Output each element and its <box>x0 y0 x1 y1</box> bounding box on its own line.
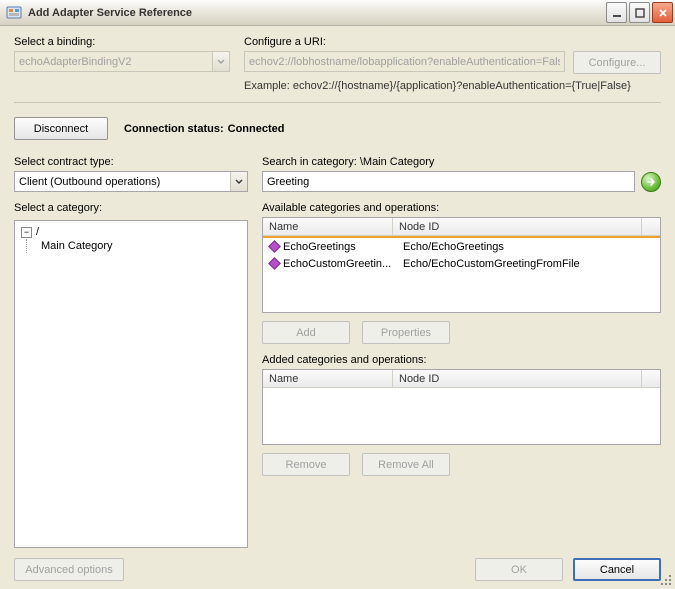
cancel-button[interactable]: Cancel <box>573 558 661 581</box>
chevron-down-icon[interactable] <box>230 172 247 191</box>
col-name[interactable]: Name <box>263 218 393 235</box>
uri-value <box>244 51 565 72</box>
row-node: Echo/EchoCustomGreetingFromFile <box>395 258 658 270</box>
operation-icon <box>265 242 283 251</box>
uri-example: Example: echov2://{hostname}/{applicatio… <box>244 80 661 92</box>
available-row[interactable]: EchoGreetings Echo/EchoGreetings <box>263 238 660 255</box>
added-label: Added categories and operations: <box>262 354 661 366</box>
search-label: Search in category: \Main Category <box>262 156 661 168</box>
ok-button: OK <box>475 558 563 581</box>
row-node: Echo/EchoGreetings <box>395 241 658 253</box>
titlebar: Add Adapter Service Reference <box>0 0 675 26</box>
collapse-icon[interactable]: − <box>21 227 32 238</box>
properties-button: Properties <box>362 321 450 344</box>
remove-all-button: Remove All <box>362 453 450 476</box>
tree-child-main-category[interactable]: Main Category <box>37 239 245 253</box>
minimize-button[interactable] <box>606 2 627 23</box>
available-grid-header: Name Node ID <box>263 218 660 236</box>
available-label: Available categories and operations: <box>262 202 661 214</box>
tree-child-label: Main Category <box>41 240 113 252</box>
col-node[interactable]: Node ID <box>393 218 642 235</box>
add-button: Add <box>262 321 350 344</box>
contract-combo[interactable] <box>14 171 248 192</box>
connection-status: Connection status: Connected <box>124 123 284 135</box>
uri-label: Configure a URI: <box>244 36 661 48</box>
tree-root-label: / <box>36 226 39 238</box>
added-grid[interactable]: Name Node ID <box>262 369 661 445</box>
binding-value <box>14 51 230 72</box>
added-grid-header: Name Node ID <box>263 370 660 388</box>
remove-button: Remove <box>262 453 350 476</box>
available-grid[interactable]: Name Node ID EchoGreetings Echo/EchoGree… <box>262 217 661 313</box>
search-input[interactable] <box>262 171 635 192</box>
connection-status-label: Connection status: <box>124 123 224 135</box>
row-name: EchoGreetings <box>283 241 395 253</box>
available-row[interactable]: EchoCustomGreetin... Echo/EchoCustomGree… <box>263 255 660 272</box>
operation-icon <box>265 259 283 268</box>
close-button[interactable] <box>652 2 673 23</box>
connection-status-value: Connected <box>228 123 285 135</box>
binding-combo <box>14 51 230 72</box>
binding-label: Select a binding: <box>14 36 230 48</box>
advanced-options-button: Advanced options <box>14 558 124 581</box>
arrow-right-icon <box>646 177 656 187</box>
col-spacer <box>642 218 660 235</box>
col-name[interactable]: Name <box>263 370 393 387</box>
row-name: EchoCustomGreetin... <box>283 258 395 270</box>
chevron-down-icon <box>212 52 229 71</box>
resize-grip-icon[interactable] <box>659 573 673 587</box>
col-node[interactable]: Node ID <box>393 370 642 387</box>
category-tree[interactable]: − / Main Category <box>14 220 248 548</box>
window-title: Add Adapter Service Reference <box>28 7 606 19</box>
contract-label: Select contract type: <box>14 156 248 168</box>
app-icon <box>6 5 22 21</box>
maximize-button[interactable] <box>629 2 650 23</box>
contract-value[interactable] <box>14 171 248 192</box>
divider <box>14 102 661 103</box>
disconnect-button[interactable]: Disconnect <box>14 117 108 140</box>
category-label: Select a category: <box>14 202 248 214</box>
tree-root[interactable]: − / <box>17 225 245 239</box>
configure-button: Configure... <box>573 51 661 74</box>
col-spacer <box>642 370 660 387</box>
search-go-button[interactable] <box>641 172 661 192</box>
